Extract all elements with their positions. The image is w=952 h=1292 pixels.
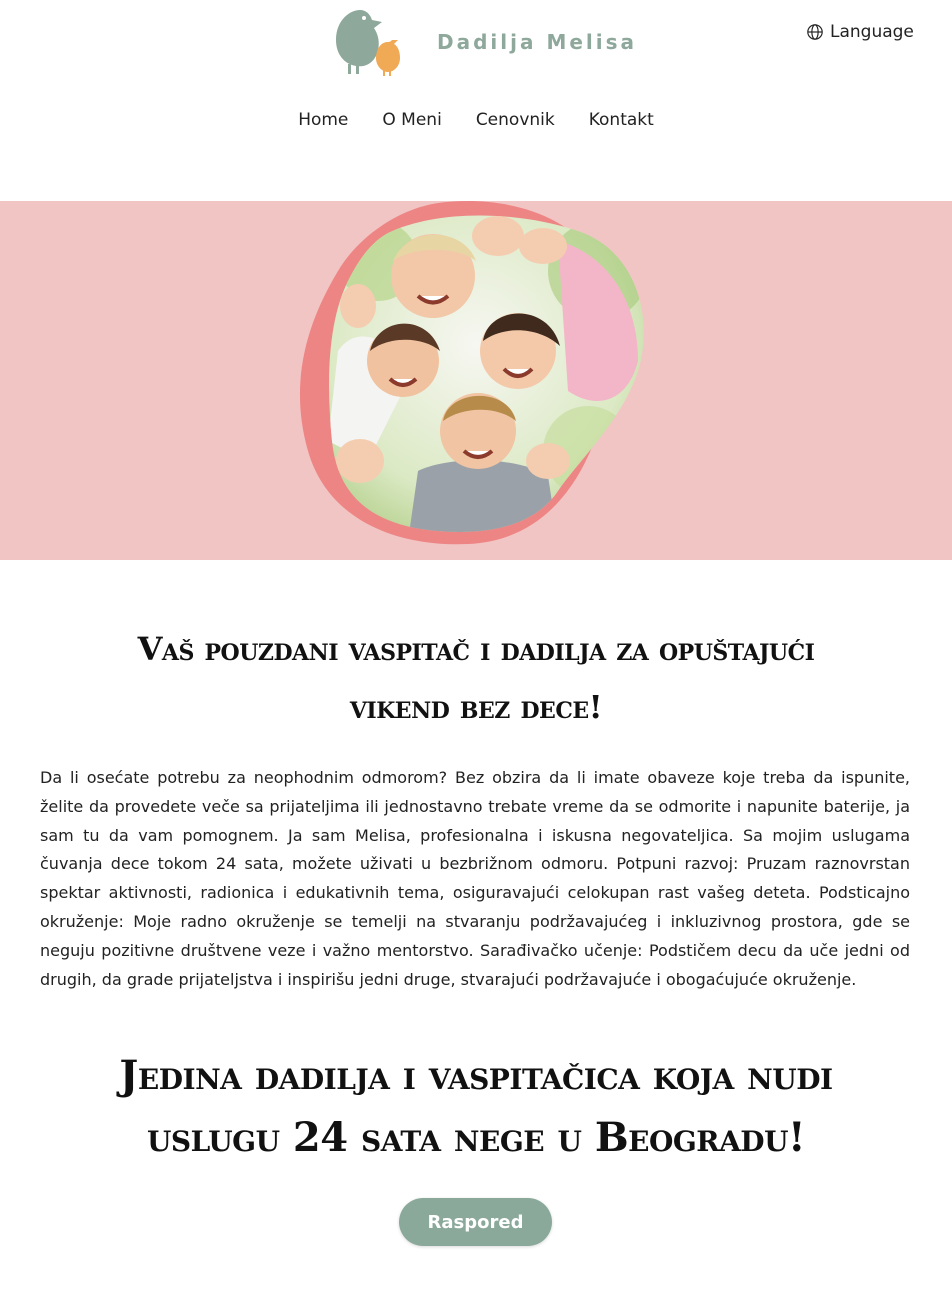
hero-banner [0,201,952,560]
globe-icon [807,24,823,40]
main-headline: Vaš pouzdani vaspitač i dadilja za opušt… [80,620,872,736]
headline2-line-1: Jedina dadilja i vaspitačica koja nudi [119,1052,833,1099]
site-header: Dadilja Melisa Language Home O Meni Ceno… [0,0,952,200]
language-label: Language [830,22,914,42]
nav-item-o-meni[interactable]: O Meni [382,110,441,130]
children-in-circle-photo [299,201,644,545]
headline-line-1: Vaš pouzdani vaspitač i dadilja za opušt… [137,630,815,668]
brand-name[interactable]: Dadilja Melisa [437,30,637,54]
nav-item-home[interactable]: Home [298,110,348,130]
schedule-button[interactable]: Raspored [399,1198,552,1246]
secondary-headline: Jedina dadilja i vaspitačica koja nudi u… [60,1045,892,1169]
nav-item-kontakt[interactable]: Kontakt [589,110,654,130]
bird-logo-icon[interactable] [330,6,402,78]
headline2-line-2: uslugu 24 sata nege u Beogradu! [146,1114,806,1161]
headline-line-2: vikend bez dece! [349,688,603,726]
nav-item-cenovnik[interactable]: Cenovnik [476,110,555,130]
intro-paragraph: Da li osećate potrebu za neophodnim odmo… [40,768,910,989]
main-nav: Home O Meni Cenovnik Kontakt [0,110,952,130]
language-selector[interactable]: Language [806,22,914,42]
